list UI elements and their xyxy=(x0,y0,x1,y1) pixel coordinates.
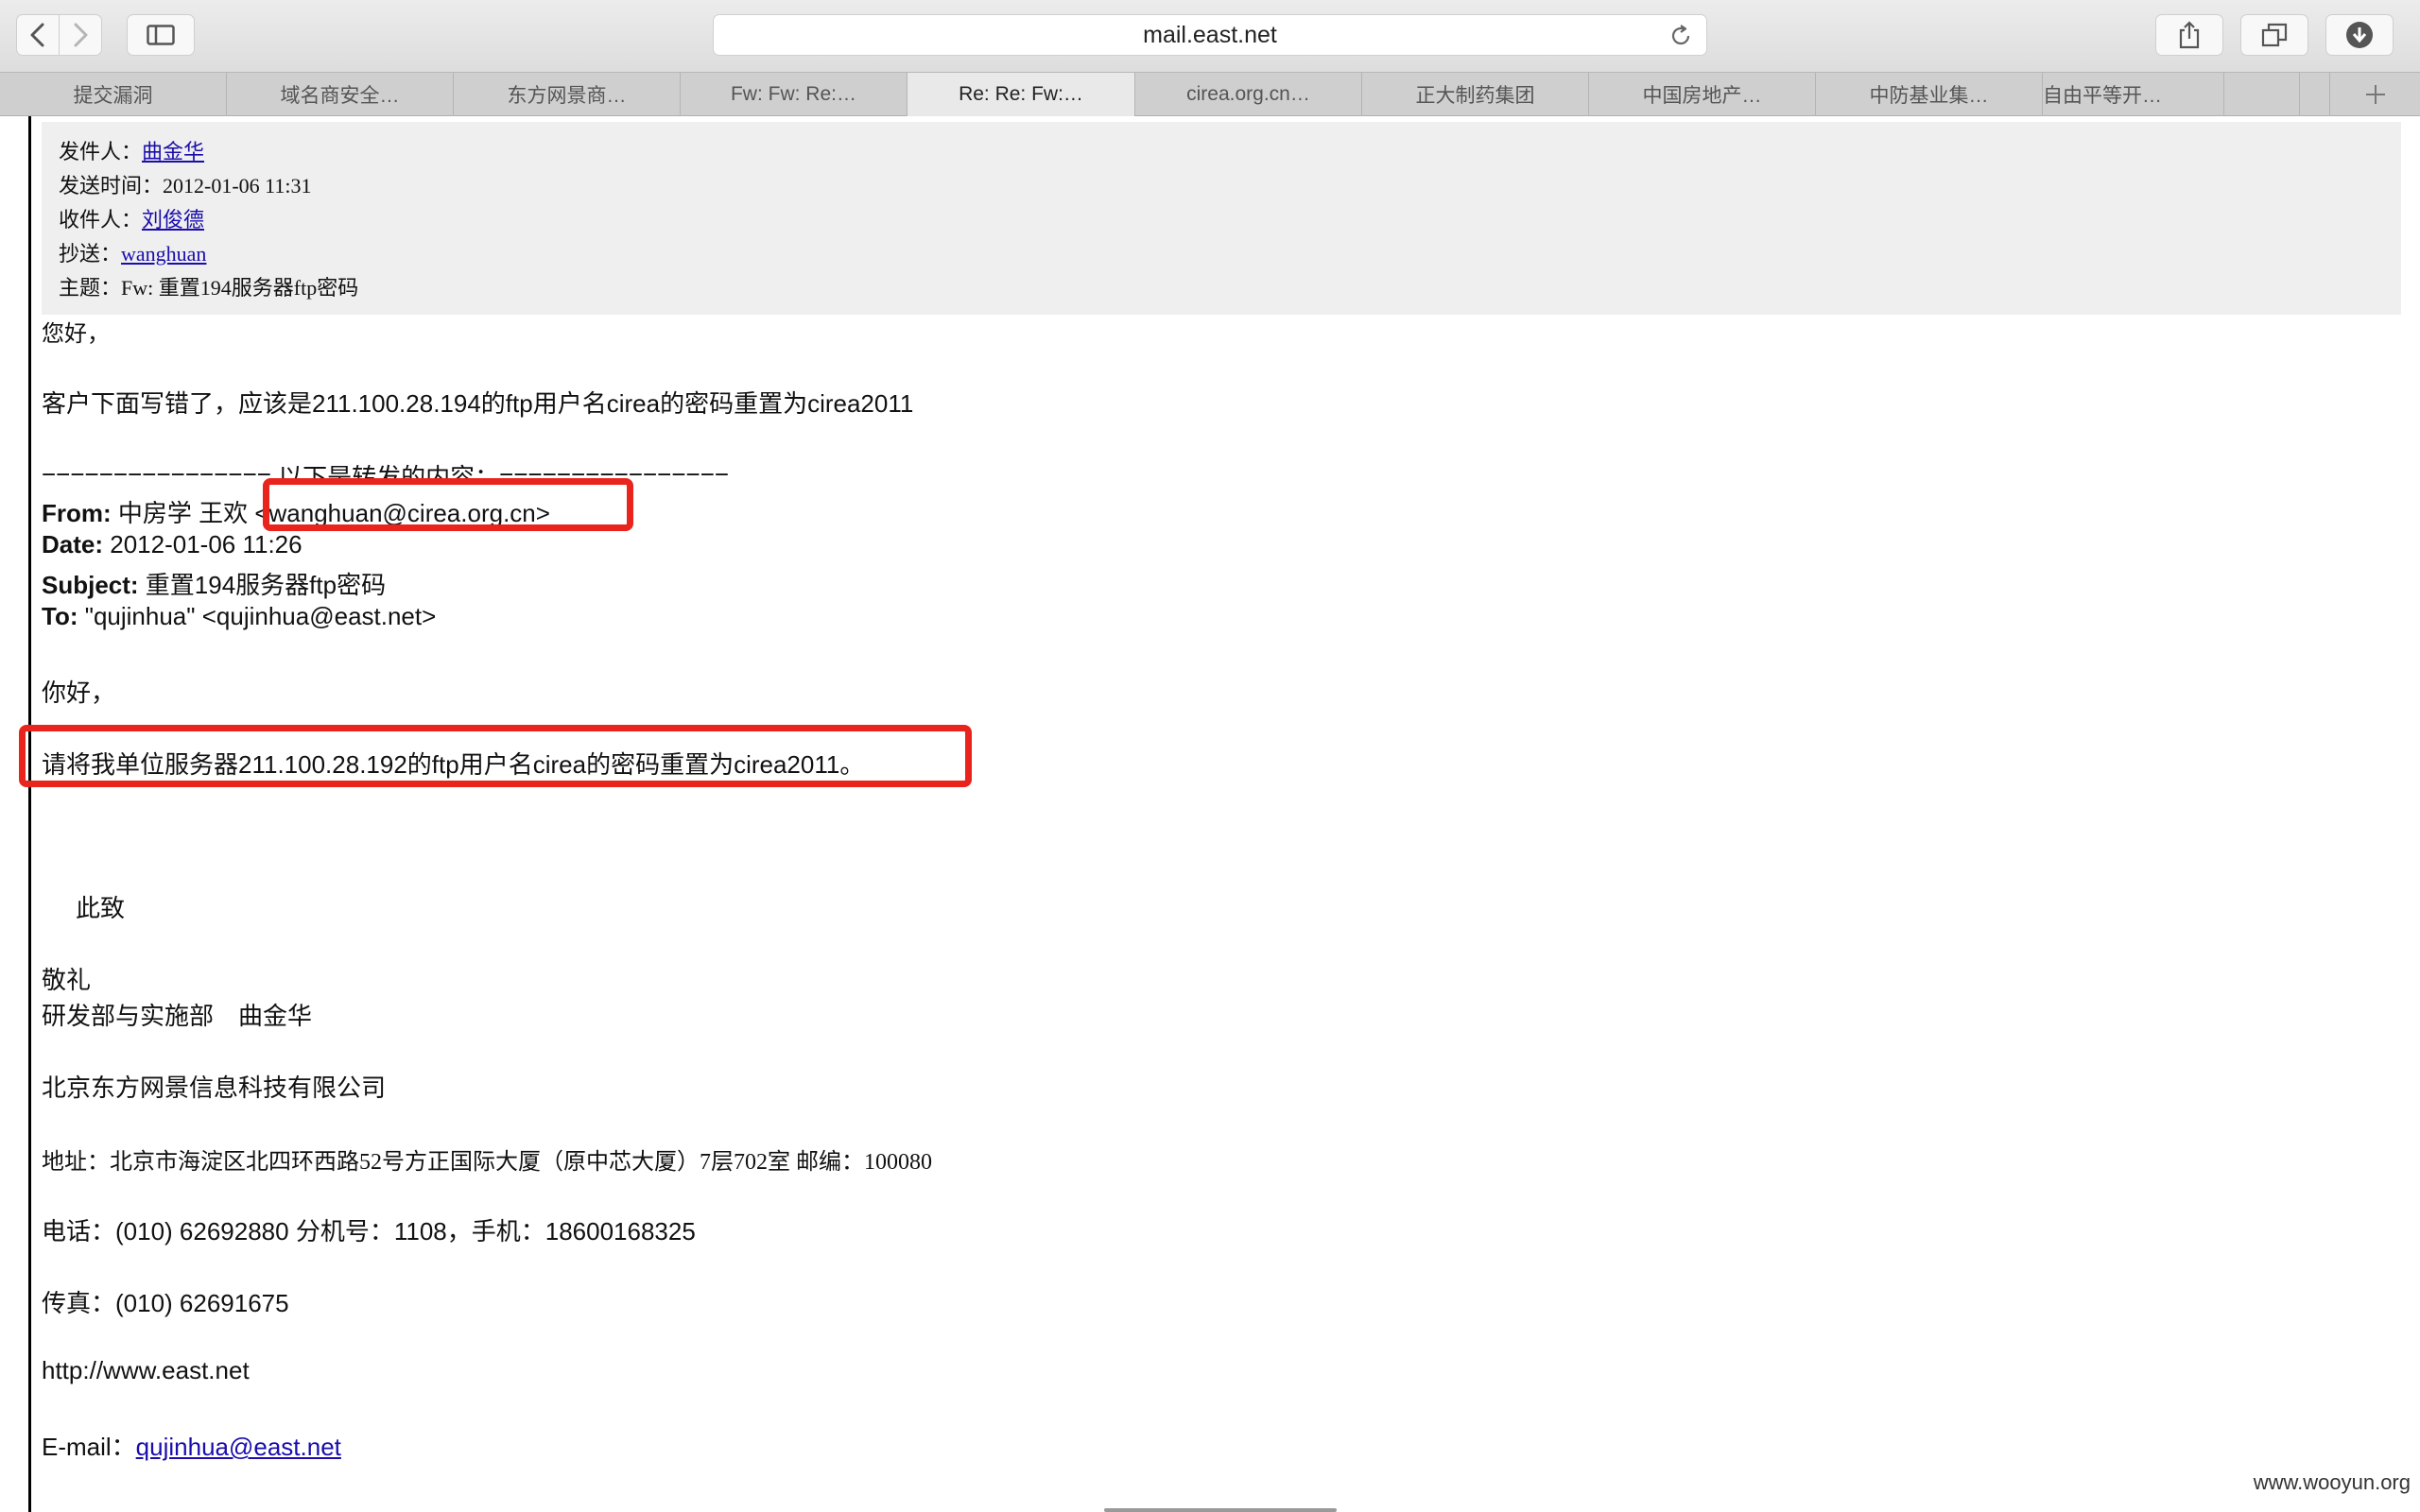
to-link[interactable]: 刘俊德 xyxy=(142,208,204,232)
highlight-sender-email xyxy=(263,478,633,531)
tab-label: Fw: Fw: Re:… xyxy=(730,83,856,105)
cc-row: 抄送：wanghuan xyxy=(59,237,206,267)
tab-label: 自由平等开… xyxy=(2043,85,2162,107)
fwd-from-label: From: xyxy=(42,499,112,527)
back-button[interactable] xyxy=(16,14,60,56)
tab-0[interactable]: 提交漏洞 xyxy=(0,73,227,116)
sent-label: 发送时间： xyxy=(59,174,164,198)
email-row: E-mail：qujinhua@east.net xyxy=(42,1428,341,1463)
website: http://www.east.net xyxy=(42,1356,250,1384)
tab-4-active[interactable]: Re: Re: Fw:… xyxy=(908,73,1135,116)
tab-2[interactable]: 东方网景商… xyxy=(454,73,681,116)
fwd-to-value: "qujinhua" <qujinhua@east.net> xyxy=(78,602,437,630)
forward-divider: ================ 以下是转发的内容：==============… xyxy=(42,463,730,479)
highlight-request xyxy=(19,725,972,787)
phone: 电话：(010) 62692880 分机号：1108，手机：1860016832… xyxy=(42,1217,696,1246)
new-tab-button[interactable] xyxy=(2329,73,2420,116)
email-link[interactable]: qujinhua@east.net xyxy=(136,1433,341,1461)
quote-bar xyxy=(28,116,31,1512)
cc-link[interactable]: wanghuan xyxy=(121,242,206,266)
new-tab-icon xyxy=(2365,85,2385,104)
tab-5[interactable]: cirea.org.cn… xyxy=(1135,73,1362,116)
share-button[interactable] xyxy=(2155,14,2223,56)
from-link[interactable]: 曲金华 xyxy=(142,140,204,163)
tab-label: 中防基业集… xyxy=(1869,85,1989,107)
tab-label: 东方网景商… xyxy=(507,85,627,107)
tab-label: Re: Re: Fw:… xyxy=(959,83,1083,105)
fwd-subject-label: Subject: xyxy=(42,571,139,599)
email-content: 发件人：曲金华 发送时间：2012-01-06 11:31 收件人：刘俊德 抄送… xyxy=(0,116,2420,1512)
reload-icon[interactable] xyxy=(1668,24,1693,48)
fwd-date-label: Date: xyxy=(42,530,104,558)
email-header: 发件人：曲金华 发送时间：2012-01-06 11:31 收件人：刘俊德 抄送… xyxy=(42,122,2401,315)
tab-label: cirea.org.cn… xyxy=(1186,83,1310,105)
tabs-icon xyxy=(2261,23,2288,47)
scroll-indicator[interactable] xyxy=(1104,1508,1337,1512)
back-icon xyxy=(30,23,44,47)
fax: 传真：(010) 62691675 xyxy=(42,1289,289,1317)
tab-10[interactable] xyxy=(2224,73,2300,116)
fwd-to-row: To: "qujinhua" <qujinhua@east.net> xyxy=(42,602,436,631)
watermark: www.wooyun.org xyxy=(2253,1470,2411,1494)
tab-1[interactable]: 域名商安全… xyxy=(227,73,454,116)
regards: 敬礼 xyxy=(42,966,92,994)
from-label: 发件人： xyxy=(59,140,143,163)
fwd-to-label: To: xyxy=(42,602,78,630)
tab-8[interactable]: 中防基业集… xyxy=(1816,73,2043,116)
tab-6[interactable]: 正大制药集团 xyxy=(1362,73,1589,116)
show-tabs-button[interactable] xyxy=(2240,14,2308,56)
url-text: mail.east.net xyxy=(1143,21,1277,48)
to-row: 收件人：刘俊德 xyxy=(59,203,204,233)
forward-icon xyxy=(74,23,88,47)
tab-7[interactable]: 中国房地产… xyxy=(1589,73,1816,116)
forward-button[interactable] xyxy=(59,14,102,56)
downloads-button[interactable] xyxy=(2325,14,2394,56)
signer: 研发部与实施部 曲金华 xyxy=(42,1002,313,1030)
address-bar[interactable]: mail.east.net xyxy=(713,14,1707,56)
correction-note: 客户下面写错了，应该是211.100.28.194的ftp用户名cirea的密码… xyxy=(42,389,914,418)
tab-3[interactable]: Fw: Fw: Re:… xyxy=(681,73,908,116)
fwd-subject-row: Subject: 重置194服务器ftp密码 xyxy=(42,566,386,601)
closing: 此致 xyxy=(76,894,126,922)
subject-value: Fw: 重置194服务器ftp密码 xyxy=(121,276,359,300)
email-label: E-mail： xyxy=(42,1433,136,1461)
sent-row: 发送时间：2012-01-06 11:31 xyxy=(59,169,311,199)
tab-label: 提交漏洞 xyxy=(73,85,153,107)
cc-label: 抄送： xyxy=(59,242,122,266)
browser-toolbar: mail.east.net xyxy=(0,0,2420,72)
tab-label: 正大制药集团 xyxy=(1415,85,1535,107)
tab-label: 域名商安全… xyxy=(280,85,400,107)
company-name: 北京东方网景信息科技有限公司 xyxy=(42,1074,387,1102)
fwd-date-value: 2012-01-06 11:26 xyxy=(103,530,302,558)
sidebar-icon xyxy=(147,25,175,45)
tab-label: 中国房地产… xyxy=(1642,85,1762,107)
greeting: 您好， xyxy=(42,322,110,347)
tab-bar: 提交漏洞 域名商安全… 东方网景商… Fw: Fw: Re:… Re: Re: … xyxy=(0,72,2420,116)
subject-row: 主题：Fw: 重置194服务器ftp密码 xyxy=(59,271,358,301)
share-icon xyxy=(2179,21,2200,49)
fwd-date-row: Date: 2012-01-06 11:26 xyxy=(42,530,302,559)
address: 地址：北京市海淀区北四环西路52号方正国际大厦（原中芯大厦）7层702室 邮编：… xyxy=(42,1150,932,1175)
fwd-greeting: 你好， xyxy=(42,679,116,707)
download-icon xyxy=(2346,22,2373,48)
sidebar-button[interactable] xyxy=(127,14,195,56)
fwd-subject-value: 重置194服务器ftp密码 xyxy=(138,571,387,599)
from-row: 发件人：曲金华 xyxy=(59,135,204,165)
tab-9[interactable]: 自由平等开… xyxy=(2043,73,2224,116)
to-label: 收件人： xyxy=(59,208,143,232)
sent-value: 2012-01-06 11:31 xyxy=(163,174,312,198)
subject-label: 主题： xyxy=(59,276,122,300)
